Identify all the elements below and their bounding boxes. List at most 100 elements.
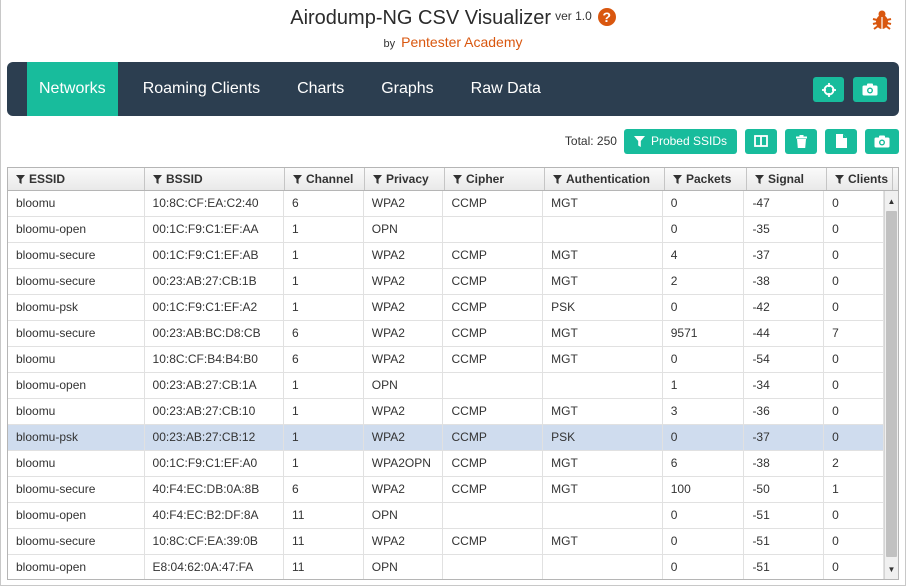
filter-icon	[453, 175, 462, 184]
column-header-signal[interactable]: Signal	[747, 168, 827, 190]
table-row[interactable]: bloomu-secure 00:1C:F9:C1:EF:AB 1 WPA2 CCMP M…	[8, 243, 884, 269]
probed-ssids-button[interactable]: Probed SSIDs	[623, 128, 737, 154]
cell-authentication: PSK	[543, 425, 663, 450]
tab-charts[interactable]: Charts	[285, 62, 356, 116]
cell-signal: -42	[744, 295, 825, 320]
cell-channel: 1	[284, 269, 364, 294]
cell-clients: 1	[824, 477, 884, 502]
cell-signal: -35	[744, 217, 825, 242]
vertical-scrollbar[interactable]: ▲ ▼	[884, 191, 898, 579]
cell-signal: -47	[744, 191, 825, 216]
screenshot-button[interactable]	[853, 77, 887, 102]
table-row[interactable]: bloomu-secure 00:23:AB:27:CB:1B 1 WPA2 CCMP M…	[8, 269, 884, 295]
tab-networks[interactable]: Networks	[27, 62, 118, 116]
scroll-up-arrow-icon[interactable]: ▲	[885, 193, 898, 209]
table-row[interactable]: bloomu-open E8:04:62:0A:47:FA 11 OPN 0 -51 0	[8, 555, 884, 579]
table-row[interactable]: bloomu-open 40:F4:EC:B2:DF:8A 11 OPN 0 -51 0	[8, 503, 884, 529]
columns-button[interactable]	[745, 128, 777, 154]
question-circle-icon[interactable]: ?	[597, 8, 616, 26]
crosshairs-button[interactable]	[813, 77, 844, 102]
column-label: Signal	[768, 172, 805, 186]
scroll-down-arrow-icon[interactable]: ▼	[885, 561, 898, 577]
table-row[interactable]: bloomu-psk 00:23:AB:27:CB:12 1 WPA2 CCMP PSK 0…	[8, 425, 884, 451]
cell-privacy: OPN	[364, 373, 444, 398]
total-count: Total: 250	[564, 134, 617, 148]
export-file-button[interactable]	[825, 128, 857, 154]
trash-icon	[795, 134, 807, 148]
cell-packets: 100	[663, 477, 745, 502]
camera-icon	[862, 83, 878, 96]
cell-essid: bloomu	[8, 399, 145, 424]
cell-clients: 7	[824, 321, 884, 346]
cell-signal: -51	[744, 529, 825, 554]
cell-privacy: WPA2	[364, 399, 444, 424]
cell-bssid: 00:1C:F9:C1:EF:A2	[145, 295, 285, 320]
cell-clients: 0	[824, 555, 884, 579]
filter-icon	[153, 175, 162, 184]
column-header-clients[interactable]: Clients	[827, 168, 893, 190]
cell-channel: 6	[284, 191, 364, 216]
column-header-essid[interactable]: ESSID	[8, 168, 145, 190]
cell-cipher: CCMP	[443, 269, 544, 294]
cell-packets: 0	[663, 347, 745, 372]
app-title: Airodump-NG CSV Visualizer	[290, 7, 552, 29]
cell-privacy: WPA2	[364, 321, 444, 346]
cell-clients: 0	[824, 295, 884, 320]
cell-essid: bloomu-psk	[8, 295, 145, 320]
table-row[interactable]: bloomu 10:8C:CF:EA:C2:40 6 WPA2 CCMP MGT 0 -47 0	[8, 191, 884, 217]
cell-packets: 0	[663, 425, 745, 450]
table-row[interactable]: bloomu-secure 40:F4:EC:DB:0A:8B 6 WPA2 CCMP M…	[8, 477, 884, 503]
cell-authentication: PSK	[543, 295, 663, 320]
cell-bssid: 00:23:AB:27:CB:10	[145, 399, 285, 424]
cell-essid: bloomu-open	[8, 503, 145, 528]
column-label: Channel	[306, 172, 354, 186]
tab-roaming-clients[interactable]: Roaming Clients	[131, 62, 272, 116]
scroll-thumb[interactable]	[886, 211, 897, 557]
nav-tabs: Networks Roaming Clients Charts Graphs R…	[27, 62, 566, 116]
cell-channel: 1	[284, 373, 364, 398]
cell-cipher	[443, 217, 544, 242]
column-header-authentication[interactable]: Authentication	[545, 168, 665, 190]
cell-packets: 0	[663, 217, 745, 242]
column-header-packets[interactable]: Packets	[665, 168, 747, 190]
table-row[interactable]: bloomu 10:8C:CF:B4:B4:B0 6 WPA2 CCMP MGT 0 -54 0	[8, 347, 884, 373]
cell-bssid: 00:1C:F9:C1:EF:A0	[145, 451, 285, 476]
table-row[interactable]: bloomu-open 00:1C:F9:C1:EF:AA 1 OPN 0 -35 0	[8, 217, 884, 243]
delete-button[interactable]	[785, 128, 817, 154]
cell-channel: 1	[284, 217, 364, 242]
column-header-privacy[interactable]: Privacy	[365, 168, 445, 190]
column-header-bssid[interactable]: BSSID	[145, 168, 285, 190]
cell-cipher: CCMP	[443, 191, 544, 216]
table-row[interactable]: bloomu-secure 00:23:AB:BC:D8:CB 6 WPA2 CCMP M…	[8, 321, 884, 347]
author-link[interactable]: Pentester Academy	[401, 34, 522, 50]
table-row[interactable]: bloomu 00:23:AB:27:CB:10 1 WPA2 CCMP MGT 3 -36 0	[8, 399, 884, 425]
cell-channel: 1	[284, 425, 364, 450]
cell-cipher	[443, 555, 544, 579]
cell-signal: -54	[744, 347, 825, 372]
column-label: Cipher	[466, 172, 505, 186]
tab-graphs[interactable]: Graphs	[369, 62, 445, 116]
cell-authentication: MGT	[543, 399, 663, 424]
cell-privacy: WPA2	[364, 529, 444, 554]
bug-icon[interactable]	[872, 9, 892, 31]
cell-cipher: CCMP	[443, 347, 544, 372]
cell-privacy: WPA2	[364, 269, 444, 294]
table-row[interactable]: bloomu-open 00:23:AB:27:CB:1A 1 OPN 1 -34 0	[8, 373, 884, 399]
table-row[interactable]: bloomu-psk 00:1C:F9:C1:EF:A2 1 WPA2 CCMP PSK 0…	[8, 295, 884, 321]
cell-privacy: WPA2	[364, 477, 444, 502]
tab-raw-data[interactable]: Raw Data	[459, 62, 553, 116]
table-row[interactable]: bloomu-secure 10:8C:CF:EA:39:0B 11 WPA2 CCMP…	[8, 529, 884, 555]
cell-essid: bloomu	[8, 451, 145, 476]
cell-signal: -34	[744, 373, 825, 398]
table-screenshot-button[interactable]	[865, 128, 899, 154]
cell-channel: 6	[284, 321, 364, 346]
column-header-cipher[interactable]: Cipher	[445, 168, 545, 190]
table-row[interactable]: bloomu 00:1C:F9:C1:EF:A0 1 WPA2OPN CCMP MGT 6-…	[8, 451, 884, 477]
cell-channel: 1	[284, 243, 364, 268]
column-header-channel[interactable]: Channel	[285, 168, 365, 190]
column-label: Clients	[848, 172, 889, 186]
probed-ssids-label: Probed SSIDs	[650, 134, 727, 148]
column-label: Privacy	[386, 172, 429, 186]
cell-bssid: E8:04:62:0A:47:FA	[145, 555, 285, 579]
cell-bssid: 00:23:AB:BC:D8:CB	[145, 321, 285, 346]
